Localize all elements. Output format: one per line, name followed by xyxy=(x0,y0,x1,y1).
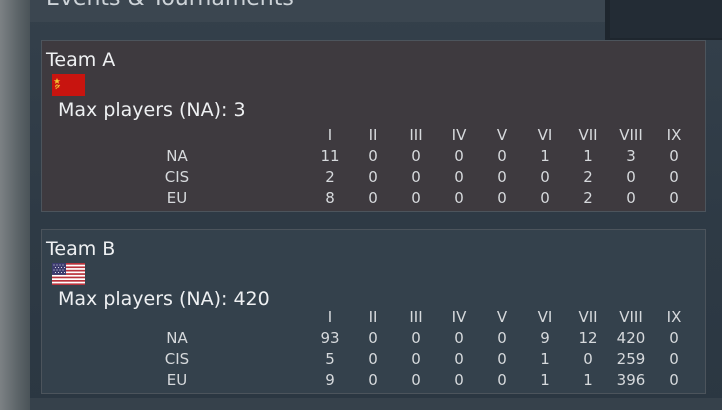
team-name: Team A xyxy=(46,49,116,71)
table-cell: 0 xyxy=(454,189,464,207)
table-cell: 0 xyxy=(669,189,679,207)
table-cell: 1 xyxy=(540,371,550,389)
table-cell: 0 xyxy=(411,147,421,165)
table-cell: 0 xyxy=(497,371,507,389)
top-right-panel-inner xyxy=(610,0,722,38)
column-header: VI xyxy=(537,308,553,326)
team-name: Team B xyxy=(46,238,116,260)
table-cell: 0 xyxy=(454,168,464,186)
table-cell: 0 xyxy=(411,371,421,389)
table-cell: 0 xyxy=(669,329,679,347)
bottom-strip xyxy=(30,398,722,410)
table-cell: 12 xyxy=(578,329,598,347)
table-cell: 93 xyxy=(320,329,340,347)
table-cell: 420 xyxy=(616,329,646,347)
table-cell: 259 xyxy=(616,350,646,368)
column-header: IX xyxy=(666,126,682,144)
table-cell: 0 xyxy=(454,350,464,368)
table-cell: 2 xyxy=(583,168,593,186)
team-card-a: Team A Max players (NA): 3 I II III IV V… xyxy=(41,40,706,212)
ussr-flag-icon xyxy=(52,74,85,96)
column-header: IV xyxy=(451,126,467,144)
column-header: VI xyxy=(537,126,553,144)
team-card-b: Team B Max players (NA): 420 I II III IV… xyxy=(41,229,706,394)
table-cell: 9 xyxy=(540,329,550,347)
table-cell: 1 xyxy=(540,147,550,165)
table-row: CIS 5 0 0 0 0 1 0 259 0 xyxy=(42,350,707,371)
region-label: NA xyxy=(166,147,188,165)
table-cell: 8 xyxy=(325,189,335,207)
table-cell: 0 xyxy=(368,350,378,368)
region-label: CIS xyxy=(164,350,190,368)
region-label: CIS xyxy=(164,168,190,186)
table-header-row: I II III IV V VI VII VIII IX xyxy=(42,308,707,329)
table-cell: 0 xyxy=(497,329,507,347)
usa-flag-icon xyxy=(52,263,85,285)
table-cell: 0 xyxy=(540,189,550,207)
region-label: NA xyxy=(166,329,188,347)
region-label: EU xyxy=(166,371,188,389)
table-cell: 3 xyxy=(626,147,636,165)
table-cell: 9 xyxy=(325,371,335,389)
table-row: CIS 2 0 0 0 0 0 2 0 0 xyxy=(42,168,707,189)
table-cell: 0 xyxy=(669,168,679,186)
column-header: I xyxy=(327,126,333,144)
column-header: V xyxy=(496,308,508,326)
column-header: III xyxy=(409,126,423,144)
column-header: V xyxy=(496,126,508,144)
table-cell: 0 xyxy=(497,147,507,165)
background-left xyxy=(0,0,30,410)
column-header: VII xyxy=(578,308,598,326)
table-cell: 0 xyxy=(411,189,421,207)
table-cell: 0 xyxy=(626,168,636,186)
table-row: NA 93 0 0 0 0 9 12 420 0 xyxy=(42,329,707,350)
table-cell: 0 xyxy=(368,371,378,389)
table-cell: 0 xyxy=(540,168,550,186)
table-cell: 0 xyxy=(626,189,636,207)
table-cell: 0 xyxy=(669,350,679,368)
table-cell: 2 xyxy=(583,189,593,207)
table-cell: 0 xyxy=(583,350,593,368)
table-cell: 0 xyxy=(454,147,464,165)
table-cell: 11 xyxy=(320,147,340,165)
column-header: IV xyxy=(451,308,467,326)
page-title: Events & Tournaments xyxy=(46,0,294,11)
table-cell: 0 xyxy=(368,329,378,347)
table-cell: 0 xyxy=(411,329,421,347)
table-cell: 0 xyxy=(497,168,507,186)
column-header: II xyxy=(368,126,378,144)
column-header: I xyxy=(327,308,333,326)
column-header: II xyxy=(368,308,378,326)
table-cell: 0 xyxy=(454,329,464,347)
table-cell: 1 xyxy=(583,371,593,389)
column-header: VIII xyxy=(619,126,643,144)
table-header-row: I II III IV V VI VII VIII IX xyxy=(42,126,707,147)
table-cell: 0 xyxy=(368,189,378,207)
max-players-label: Max players (NA): 3 xyxy=(58,99,246,121)
table-row: EU 9 0 0 0 0 1 1 396 0 xyxy=(42,371,707,392)
table-cell: 0 xyxy=(497,189,507,207)
table-cell: 0 xyxy=(368,147,378,165)
table-row: NA 11 0 0 0 0 1 1 3 0 xyxy=(42,147,707,168)
column-header: III xyxy=(409,308,423,326)
table-cell: 0 xyxy=(669,371,679,389)
table-cell: 396 xyxy=(616,371,646,389)
table-row: EU 8 0 0 0 0 0 2 0 0 xyxy=(42,189,707,210)
column-header: VIII xyxy=(619,308,643,326)
max-players-label: Max players (NA): 420 xyxy=(58,288,270,310)
table-cell: 0 xyxy=(368,168,378,186)
column-header: VII xyxy=(578,126,598,144)
table-cell: 0 xyxy=(454,371,464,389)
table-cell: 0 xyxy=(411,350,421,368)
table-cell: 0 xyxy=(411,168,421,186)
column-header: IX xyxy=(666,308,682,326)
table-cell: 5 xyxy=(325,350,335,368)
table-cell: 0 xyxy=(497,350,507,368)
table-cell: 2 xyxy=(325,168,335,186)
region-label: EU xyxy=(166,189,188,207)
table-cell: 1 xyxy=(583,147,593,165)
table-cell: 0 xyxy=(669,147,679,165)
table-cell: 1 xyxy=(540,350,550,368)
